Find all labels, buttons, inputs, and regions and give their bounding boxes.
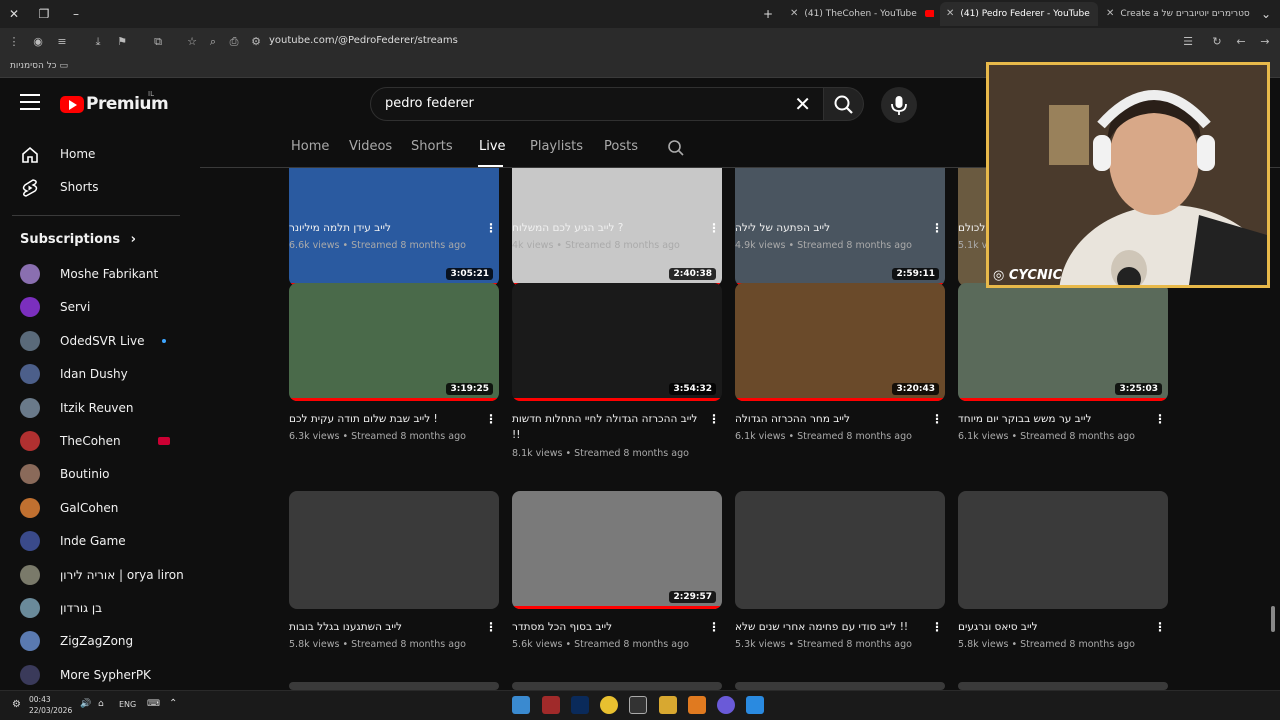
volume-icon[interactable]: 🔊 xyxy=(80,699,91,709)
video-thumbnail[interactable]: 3:54:32 xyxy=(512,283,722,401)
notepad-app-icon[interactable] xyxy=(512,696,530,714)
video-duration: 2:59:11 xyxy=(892,268,939,280)
video-thumbnail[interactable] xyxy=(289,491,499,609)
watch-progress-bar xyxy=(958,398,1168,401)
more-options-icon[interactable]: ⋮ xyxy=(931,220,943,236)
video-thumbnail[interactable] xyxy=(958,491,1168,609)
settings-gear-icon[interactable]: ⚙ xyxy=(12,699,21,710)
video-thumbnail[interactable]: 3:20:43 xyxy=(735,283,945,401)
video-meta: 5.8k views • Streamed 8 months ago xyxy=(958,639,1135,650)
video-title[interactable]: לייב סיאס ונרגעים xyxy=(958,619,1148,635)
video-card[interactable]: 3:20:43 לייב מחר ההכרזה הגדולה ⋮ 6.1k views… xyxy=(735,283,945,442)
windows-start-icon[interactable] xyxy=(746,696,764,714)
watch-progress-bar xyxy=(512,606,722,609)
video-card[interactable]: 2:40:38 ? לייב הגיע לכם המשלוח ⋮ 4k views •… xyxy=(512,168,722,286)
video-meta: 6.6k views • Streamed 8 months ago xyxy=(289,240,466,251)
more-options-icon[interactable]: ⋮ xyxy=(931,411,943,427)
game-app-icon[interactable] xyxy=(542,696,560,714)
video-title[interactable]: לייב ההכרזה הגדולה לחיי התחלות חדשות !! xyxy=(512,411,702,443)
video-card[interactable]: 3:19:25 ! לייב שבת שלום תודה עקית לכם ⋮ 6.3… xyxy=(289,283,499,442)
video-card[interactable]: 3:25:03 לייב ער משש בבוקר יום מיוחד ⋮ 6.1k … xyxy=(958,283,1168,442)
instagram-icon: ◎ xyxy=(993,268,1005,283)
video-card[interactable] xyxy=(289,682,499,690)
video-duration: 3:05:21 xyxy=(446,268,493,280)
video-meta: 5.8k views • Streamed 8 months ago xyxy=(289,639,466,650)
video-meta: 4k views • Streamed 8 months ago xyxy=(512,240,680,251)
video-thumbnail[interactable]: 2:29:57 xyxy=(512,491,722,609)
scrollbar-thumb[interactable] xyxy=(1271,606,1275,632)
video-card[interactable] xyxy=(958,682,1168,690)
video-thumbnail[interactable]: 3:25:03 xyxy=(958,283,1168,401)
video-title[interactable]: ? לייב הגיע לכם המשלוח xyxy=(512,220,702,236)
folder-app-icon[interactable] xyxy=(688,696,706,714)
windows-taskbar: ⚙ 00:43 22/03/2026 🔊 ⌂ ENG ⌨ ⌃ xyxy=(0,690,1280,720)
more-options-icon[interactable]: ⋮ xyxy=(708,220,720,236)
video-title[interactable]: ! לייב שבת שלום תודה עקית לכם xyxy=(289,411,479,427)
video-thumbnail[interactable] xyxy=(735,491,945,609)
chrome-app-icon[interactable] xyxy=(600,696,618,714)
video-meta: 6.1k views • Streamed 8 months ago xyxy=(735,431,912,442)
video-thumbnail[interactable] xyxy=(958,682,1168,690)
video-card[interactable]: 3:05:21 לייב עידן תלמה מיליונר ⋮ 6.6k views… xyxy=(289,168,499,286)
more-options-icon[interactable]: ⋮ xyxy=(485,619,497,635)
video-title[interactable]: לייב הפתעה של לילה xyxy=(735,220,925,236)
video-card[interactable]: !! לייב סודי עם פחימה אחרי שנים שלא ⋮ 5.3k… xyxy=(735,491,945,650)
video-card[interactable]: 3:54:32 לייב ההכרזה הגדולה לחיי התחלות חד… xyxy=(512,283,722,459)
more-options-icon[interactable]: ⋮ xyxy=(931,619,943,635)
streamer-handle: ◎ CYCNIC xyxy=(993,268,1063,283)
video-card[interactable]: 2:59:11 לייב הפתעה של לילה ⋮ 4.9k views • S… xyxy=(735,168,945,286)
chevron-up-icon[interactable]: ⌃ xyxy=(169,698,177,709)
video-card[interactable]: לייב סיאס ונרגעים ⋮ 5.8k views • Streamed … xyxy=(958,491,1168,650)
video-title[interactable]: לייב ער משש בבוקר יום מיוחד xyxy=(958,411,1148,427)
file-explorer-app-icon[interactable] xyxy=(659,696,677,714)
video-duration: 3:19:25 xyxy=(446,383,493,395)
system-clock[interactable]: 00:43 22/03/2026 xyxy=(29,694,72,716)
page-scrollbar[interactable] xyxy=(1269,168,1277,688)
webcam-overlay: ◎ CYCNIC xyxy=(986,62,1270,288)
video-card[interactable]: לייב השתגענו בגלל בובות ⋮ 5.8k views • Str… xyxy=(289,491,499,650)
video-meta: 5.3k views • Streamed 8 months ago xyxy=(735,639,912,650)
keyboard-icon[interactable]: ⌨ xyxy=(147,699,160,709)
video-meta: 6.3k views • Streamed 8 months ago xyxy=(289,431,466,442)
video-duration: 3:54:32 xyxy=(669,383,716,395)
more-options-icon[interactable]: ⋮ xyxy=(485,411,497,427)
more-options-icon[interactable]: ⋮ xyxy=(708,411,720,427)
language-indicator[interactable]: ENG xyxy=(119,700,136,709)
photoshop-app-icon[interactable] xyxy=(571,696,589,714)
video-thumbnail[interactable]: 3:19:25 xyxy=(289,283,499,401)
video-title[interactable]: לייב בסוף הכל מסתדר xyxy=(512,619,702,635)
more-options-icon[interactable]: ⋮ xyxy=(708,619,720,635)
video-title[interactable]: !! לייב סודי עם פחימה אחרי שנים שלא xyxy=(735,619,925,635)
video-title[interactable]: לייב עידן תלמה מיליונר xyxy=(289,220,479,236)
video-title[interactable]: לייב השתגענו בגלל בובות xyxy=(289,619,479,635)
more-options-icon[interactable]: ⋮ xyxy=(1154,411,1166,427)
video-title[interactable]: לייב מחר ההכרזה הגדולה xyxy=(735,411,925,427)
video-meta: 5.6k views • Streamed 8 months ago xyxy=(512,639,689,650)
network-icon[interactable]: ⌂ xyxy=(98,699,104,709)
video-meta: 4.9k views • Streamed 8 months ago xyxy=(735,240,912,251)
watch-progress-bar xyxy=(512,398,722,401)
video-duration: 3:20:43 xyxy=(892,383,939,395)
video-thumbnail[interactable] xyxy=(289,682,499,690)
watch-progress-bar xyxy=(289,398,499,401)
discord-app-icon[interactable] xyxy=(717,696,735,714)
video-thumbnail[interactable] xyxy=(512,682,722,690)
video-duration: 2:40:38 xyxy=(669,268,716,280)
streamer-webcam-image xyxy=(989,65,1267,285)
video-duration: 2:29:57 xyxy=(669,591,716,603)
video-meta: 6.1k views • Streamed 8 months ago xyxy=(958,431,1135,442)
more-options-icon[interactable]: ⋮ xyxy=(1154,619,1166,635)
video-card[interactable] xyxy=(735,682,945,690)
epic-games-app-icon[interactable] xyxy=(629,696,647,714)
watch-progress-bar xyxy=(735,398,945,401)
video-duration: 3:25:03 xyxy=(1115,383,1162,395)
video-card[interactable]: 2:29:57 לייב בסוף הכל מסתדר ⋮ 5.6k views • … xyxy=(512,491,722,650)
video-card[interactable] xyxy=(512,682,722,690)
more-options-icon[interactable]: ⋮ xyxy=(485,220,497,236)
video-thumbnail[interactable] xyxy=(735,682,945,690)
video-meta: 8.1k views • Streamed 8 months ago xyxy=(512,448,689,459)
